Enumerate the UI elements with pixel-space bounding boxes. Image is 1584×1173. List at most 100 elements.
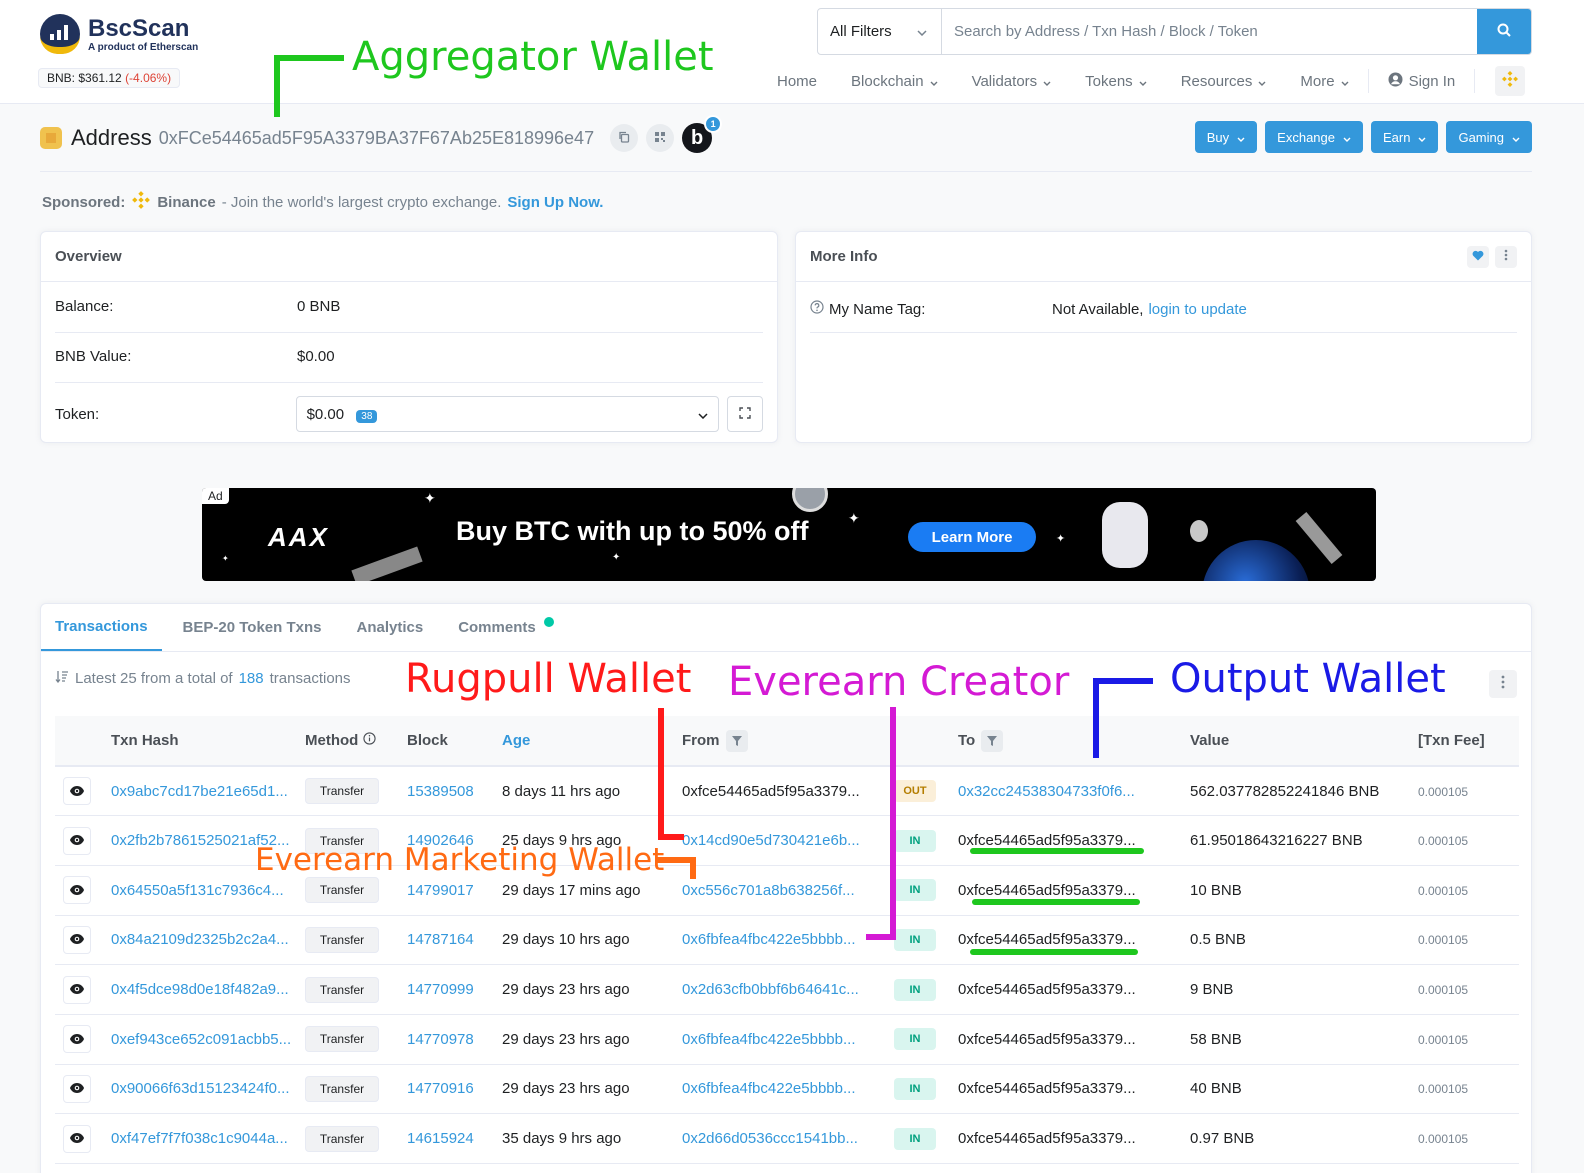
txn-hash-link[interactable]: 0x64550a5f131c7936c4...: [111, 882, 284, 899]
txn-preview-button[interactable]: [63, 1124, 91, 1153]
method-badge: Transfer: [305, 877, 379, 904]
table-options-button[interactable]: [1489, 670, 1517, 698]
block-link[interactable]: 14770978: [407, 1031, 474, 1048]
nav-resources[interactable]: Resources: [1164, 73, 1284, 90]
buy-button-label: Buy: [1206, 129, 1230, 145]
annotation-line: [274, 55, 280, 117]
direction-badge: IN: [894, 928, 936, 951]
block-link[interactable]: 15389508: [407, 783, 474, 800]
block-link[interactable]: 14799017: [407, 882, 474, 899]
gaming-button[interactable]: Gaming: [1446, 121, 1532, 153]
col-txn-hash: Txn Hash: [97, 716, 305, 767]
direction-badge: OUT: [894, 780, 936, 803]
txn-preview-button[interactable]: [63, 777, 91, 806]
nav-blockchain[interactable]: Blockchain: [834, 73, 955, 90]
col-age-toggle[interactable]: Age: [502, 716, 674, 767]
from-address-link[interactable]: 0x6fbfea4fbc422e5bbbb...: [682, 931, 855, 948]
txn-preview-button[interactable]: [63, 1025, 91, 1054]
nav-validators[interactable]: Validators: [955, 73, 1069, 90]
divider: [55, 332, 763, 333]
search-input[interactable]: [942, 9, 1477, 54]
block-link[interactable]: 14615924: [407, 1130, 474, 1147]
copy-address-button[interactable]: [610, 124, 639, 152]
txn-value: 0.97 BNB: [1190, 1113, 1418, 1164]
txn-preview-button[interactable]: [63, 925, 91, 954]
txn-preview-button[interactable]: [63, 975, 91, 1004]
from-address-link[interactable]: 0x6fbfea4fbc422e5bbbb...: [682, 1080, 855, 1097]
chevron-down-icon: [1512, 130, 1520, 145]
expand-token-button[interactable]: [727, 396, 763, 432]
ad-tag: Ad: [202, 488, 229, 504]
qr-code-button[interactable]: [646, 124, 675, 152]
txn-hash-link[interactable]: 0x84a2109d2325b2c2a4...: [111, 931, 289, 948]
more-vertical-icon: [1501, 675, 1505, 693]
from-address-link[interactable]: 0x2d66d0536ccc1541bb...: [682, 1130, 858, 1147]
watchlist-button[interactable]: [1467, 245, 1489, 268]
token-holdings-dropdown[interactable]: $0.00 38: [295, 396, 720, 432]
txn-hash-link[interactable]: 0xef943ce652c091acbb5...: [111, 1031, 291, 1048]
bnb-network-button[interactable]: [1495, 66, 1526, 96]
search-button[interactable]: [1477, 9, 1531, 54]
chevron-down-icon: [1258, 73, 1266, 90]
learn-more-button[interactable]: Learn More: [908, 522, 1036, 552]
filter-icon[interactable]: [981, 729, 1004, 752]
txn-hash-link[interactable]: 0xf47ef7f7f038c1c9044a...: [111, 1130, 288, 1147]
block-link[interactable]: 14770999: [407, 981, 474, 998]
from-address-link[interactable]: 0xc556c701a8b638256f...: [682, 882, 855, 899]
txn-hash-link[interactable]: 0x9abc7cd17be21e65d1...: [111, 783, 288, 800]
col-txn-fee[interactable]: [Txn Fee]: [1418, 716, 1519, 767]
from-address-link[interactable]: 0x6fbfea4fbc422e5bbbb...: [682, 1031, 855, 1048]
bscscan-logo[interactable]: BscScan A product of Etherscan: [40, 14, 198, 54]
to-address-link[interactable]: 0x32cc24538304733f0f6...: [958, 783, 1135, 800]
gaming-button-label: Gaming: [1458, 129, 1504, 145]
address-title-row: Address 0xFCe54465ad5F95A3379BA37F67Ab25…: [40, 115, 723, 158]
tab-bep20-token-txns[interactable]: BEP-20 Token Txns: [169, 604, 336, 651]
block-link[interactable]: 14787164: [407, 931, 474, 948]
info-circle-icon[interactable]: [362, 732, 376, 749]
exchange-button[interactable]: Exchange: [1265, 121, 1363, 153]
expand-icon: [739, 406, 751, 423]
txn-preview-button[interactable]: [63, 876, 91, 905]
divider: [55, 382, 763, 383]
txn-hash-link[interactable]: 0x90066f63d15123424f0...: [111, 1080, 290, 1097]
filter-icon[interactable]: [725, 729, 748, 752]
more-options-button[interactable]: [1495, 245, 1517, 268]
ad-banner[interactable]: Ad AAX Buy BTC with up to 50% off Learn …: [202, 488, 1376, 581]
sign-in-link[interactable]: Sign In: [1371, 72, 1473, 91]
annotation-line: [658, 834, 684, 840]
nav-home[interactable]: Home: [760, 73, 834, 90]
login-to-update-link[interactable]: login to update: [1148, 301, 1246, 318]
question-circle-icon: [810, 300, 824, 318]
buy-button[interactable]: Buy: [1194, 121, 1258, 153]
nav-divider: [1367, 69, 1369, 93]
earn-button[interactable]: Earn: [1371, 121, 1439, 153]
nav-tokens-label: Tokens: [1085, 72, 1133, 90]
nav-more-label: More: [1300, 72, 1335, 90]
tab-analytics-label: Analytics: [356, 619, 424, 636]
search-filter-select[interactable]: All Filters: [818, 9, 942, 54]
from-address-link[interactable]: 0x14cd90e5d730421e6b...: [682, 832, 860, 849]
block-link[interactable]: 14770916: [407, 1080, 474, 1097]
name-tag-value: Not Available,: [1052, 300, 1144, 318]
earn-button-label: Earn: [1383, 129, 1411, 145]
eye-icon: [70, 882, 84, 899]
sign-up-link[interactable]: Sign Up Now.: [507, 194, 603, 211]
tab-analytics[interactable]: Analytics: [342, 604, 437, 651]
nav-more[interactable]: More: [1283, 73, 1365, 90]
tab-transactions[interactable]: Transactions: [41, 604, 162, 651]
annotation-output-wallet: Output Wallet: [1170, 656, 1446, 702]
chevron-down-icon: [1139, 73, 1147, 90]
txn-fee: 0.000105: [1418, 1032, 1469, 1047]
from-address-link[interactable]: 0x2d63cfb0bbf6b64641c...: [682, 981, 859, 998]
blockscan-chat-button[interactable]: b 1: [682, 115, 723, 153]
txn-preview-button[interactable]: [63, 826, 91, 855]
txn-preview-button[interactable]: [63, 1074, 91, 1103]
tab-comments[interactable]: Comments: [444, 604, 558, 651]
bscscan-logo-icon: [40, 14, 82, 54]
heart-icon: [1472, 250, 1484, 264]
txn-age: 35 days 9 hrs ago: [502, 1113, 674, 1164]
eye-icon: [70, 1080, 84, 1097]
nav-tokens[interactable]: Tokens: [1068, 73, 1164, 90]
txn-total-link[interactable]: 188: [239, 670, 264, 687]
txn-hash-link[interactable]: 0x4f5dce98d0e18f482a9...: [111, 981, 289, 998]
